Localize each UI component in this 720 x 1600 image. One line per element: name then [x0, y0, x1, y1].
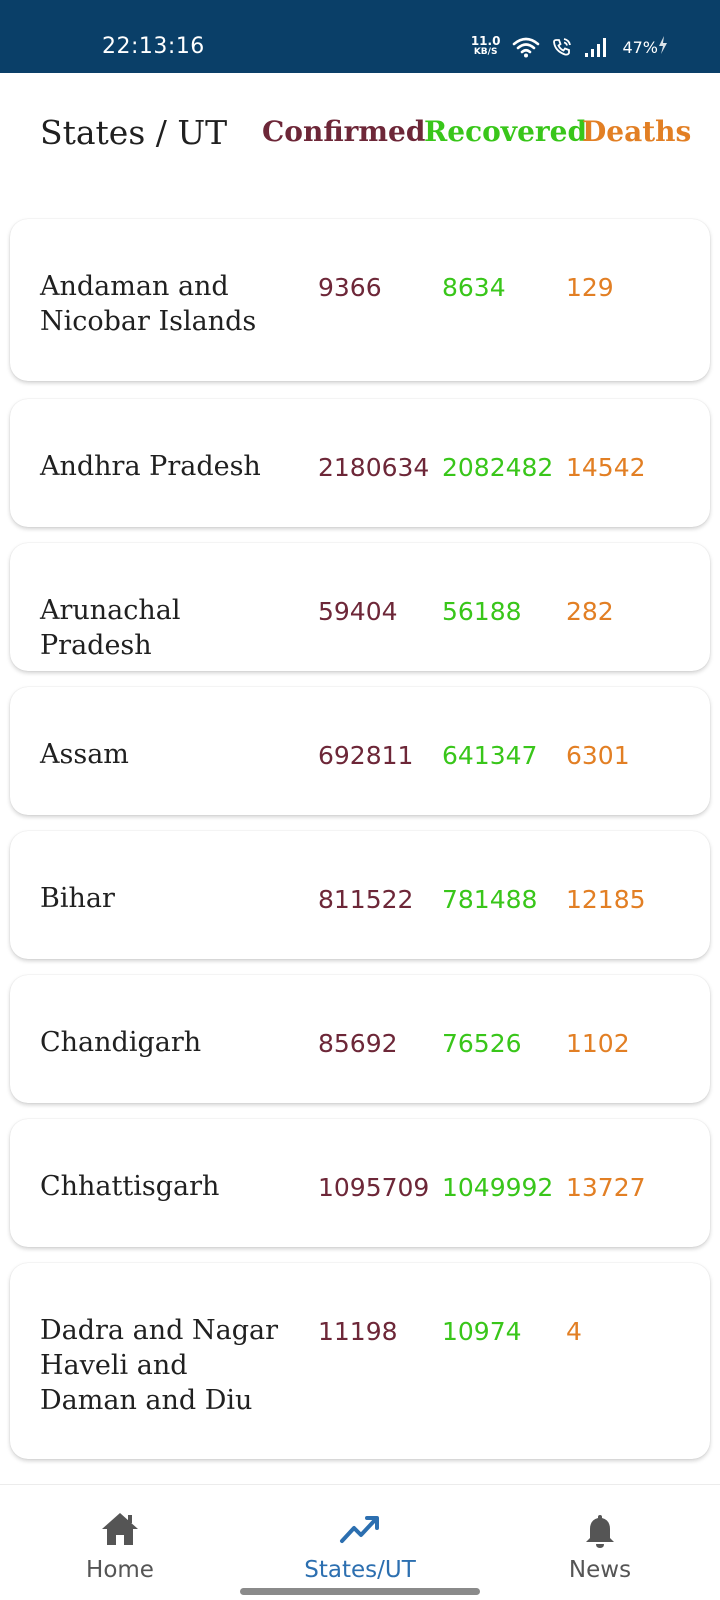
home-indicator[interactable]	[240, 1588, 480, 1595]
home-icon	[0, 1511, 240, 1547]
status-time: 22:13:16	[102, 34, 205, 59]
confirmed-count: 2180634	[318, 453, 430, 482]
state-card[interactable]: Bihar 811522 781488 12185	[10, 831, 710, 959]
network-speed-value: 11.0	[470, 34, 501, 48]
network-speed-unit: KB/S	[473, 47, 498, 57]
state-name: Assam	[40, 739, 129, 770]
nav-home[interactable]: Home	[0, 1485, 240, 1600]
confirmed-count: 11198	[318, 1317, 398, 1346]
deaths-count: 4	[566, 1317, 582, 1346]
nav-news-label: News	[568, 1557, 632, 1583]
deaths-count: 282	[566, 597, 614, 626]
state-name: Arunachal Pradesh	[40, 595, 181, 661]
network-speed: 11.0 KB/S	[470, 34, 501, 58]
nav-home-label: Home	[86, 1557, 154, 1583]
confirmed-count: 692811	[318, 741, 414, 770]
recovered-count: 76526	[442, 1029, 522, 1058]
nav-news[interactable]: News	[480, 1485, 720, 1600]
state-card[interactable]: Assam 692811 641347 6301	[10, 687, 710, 815]
deaths-count: 13727	[566, 1173, 646, 1202]
state-name: Chandigarh	[40, 1027, 202, 1058]
header-deaths: Deaths	[582, 115, 692, 148]
state-card[interactable]: Andaman and Nicobar Islands 9366 8634 12…	[10, 219, 710, 381]
nav-states-label: States/UT	[304, 1557, 416, 1583]
recovered-count: 641347	[442, 741, 538, 770]
header-confirmed: Confirmed	[262, 115, 426, 148]
recovered-count: 1049992	[442, 1173, 554, 1202]
status-icons: 11.0 KB/S 47%	[471, 34, 668, 60]
deaths-count: 1102	[566, 1029, 630, 1058]
state-name: Bihar	[40, 883, 115, 914]
state-card[interactable]: Dadra and Nagar Haveli and Daman and Diu…	[10, 1263, 710, 1459]
status-bar: 22:13:16 11.0 KB/S 47%	[0, 0, 720, 73]
battery-percent: 47%	[622, 37, 658, 57]
nav-states[interactable]: States/UT	[240, 1485, 480, 1600]
confirmed-count: 59404	[318, 597, 398, 626]
deaths-count: 12185	[566, 885, 646, 914]
state-card[interactable]: Chhattisgarh 1095709 1049992 13727	[10, 1119, 710, 1247]
deaths-count: 6301	[566, 741, 630, 770]
header-recovered: Recovered	[424, 115, 588, 148]
bell-icon	[480, 1511, 720, 1551]
wifi-calling-icon	[550, 36, 574, 58]
recovered-count: 56188	[442, 597, 522, 626]
state-card[interactable]: Arunachal Pradesh 59404 56188 282	[10, 543, 710, 671]
confirmed-count: 811522	[318, 885, 414, 914]
state-name: Chhattisgarh	[40, 1171, 220, 1202]
bottom-navigation: Home States/UT News	[0, 1484, 720, 1600]
recovered-count: 2082482	[442, 453, 554, 482]
state-name: Andaman and Nicobar Islands	[40, 271, 257, 337]
state-name: Andhra Pradesh	[40, 451, 261, 482]
state-name: Dadra and Nagar Haveli and Daman and Diu	[40, 1315, 278, 1416]
table-header: States / UT Confirmed Recovered Deaths	[0, 73, 720, 213]
header-states: States / UT	[40, 113, 228, 152]
state-card[interactable]: Andhra Pradesh 2180634 2082482 14542	[10, 399, 710, 527]
recovered-count: 781488	[442, 885, 538, 914]
confirmed-count: 9366	[318, 273, 382, 302]
charging-icon	[658, 35, 668, 60]
deaths-count: 129	[566, 273, 614, 302]
deaths-count: 14542	[566, 453, 646, 482]
confirmed-count: 1095709	[318, 1173, 430, 1202]
wifi-icon	[512, 36, 540, 58]
signal-icon	[584, 37, 610, 57]
recovered-count: 8634	[442, 273, 506, 302]
state-card[interactable]: Chandigarh 85692 76526 1102	[10, 975, 710, 1103]
trending-up-icon	[240, 1511, 480, 1547]
recovered-count: 10974	[442, 1317, 522, 1346]
confirmed-count: 85692	[318, 1029, 398, 1058]
